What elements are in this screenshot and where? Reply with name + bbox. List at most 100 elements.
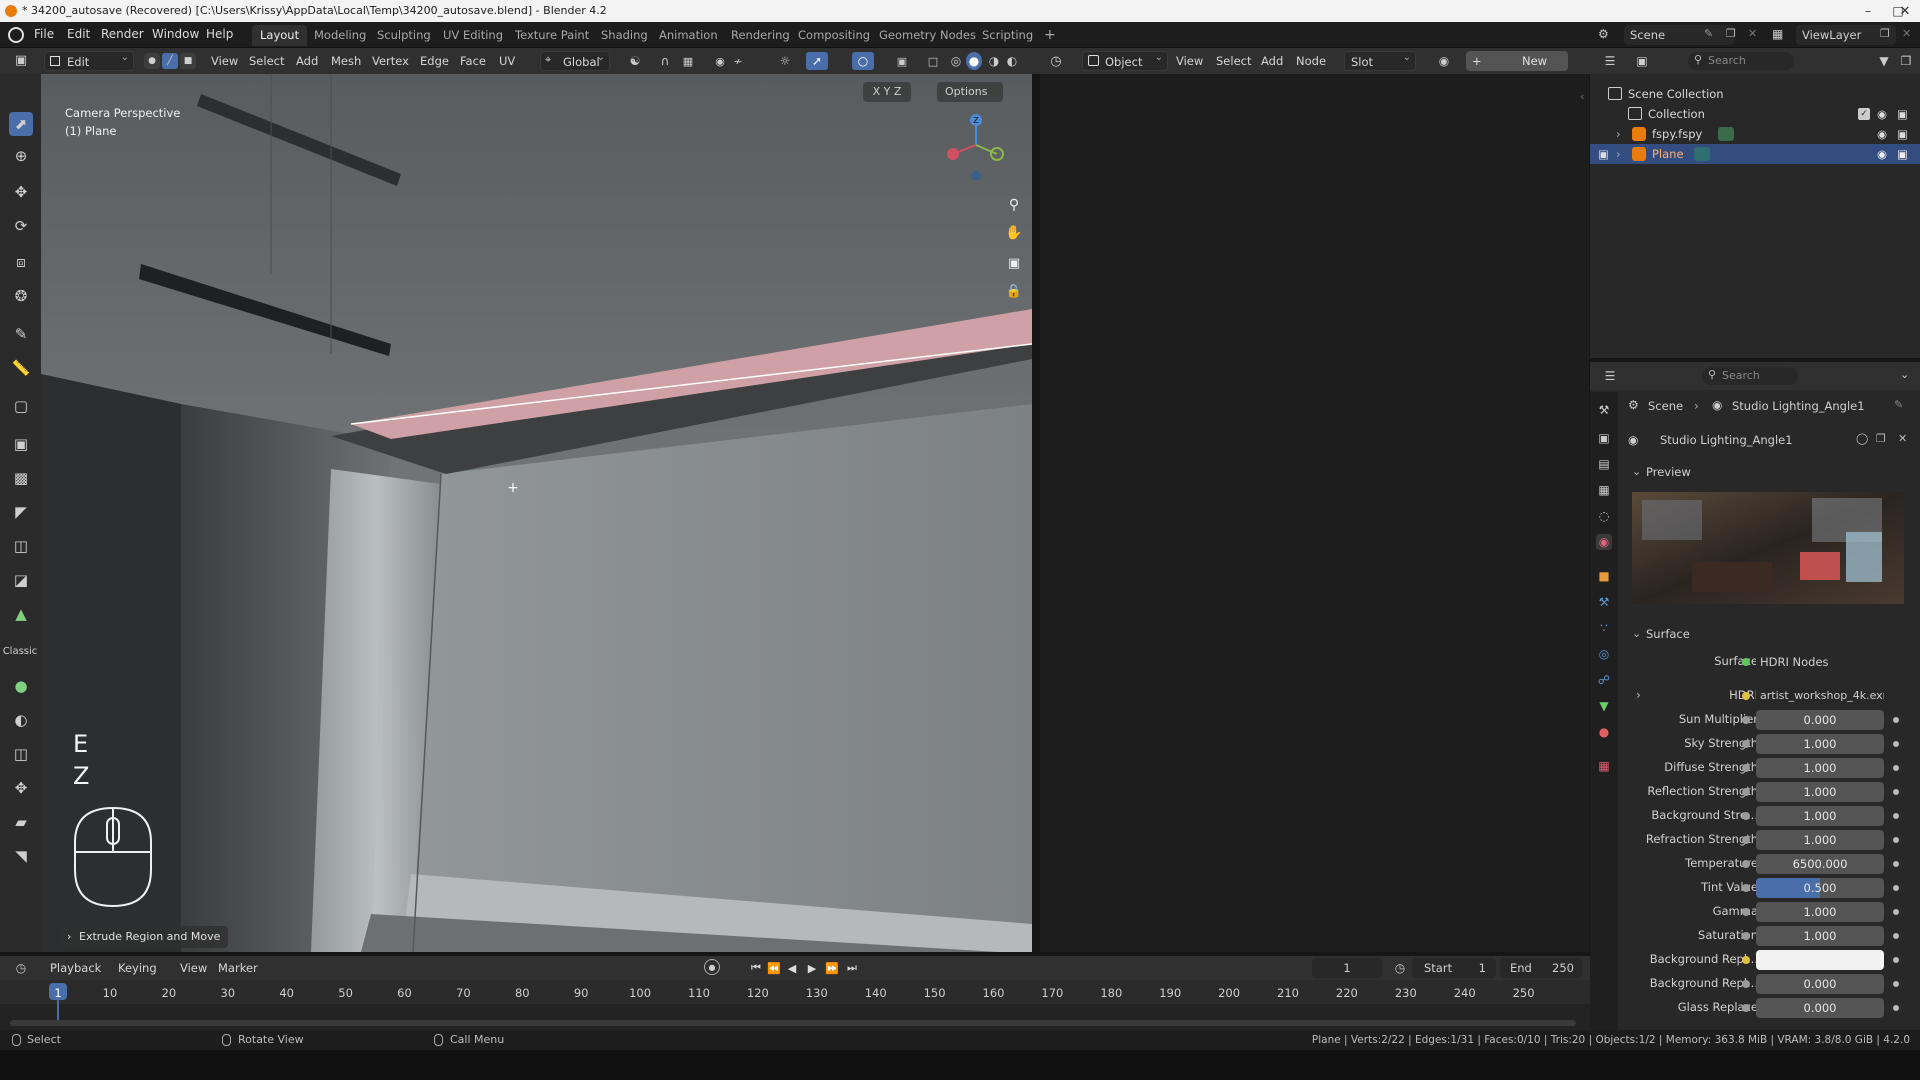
classic-label[interactable]: Classic [2, 640, 38, 664]
camera-view-icon[interactable]: ▣ [1003, 252, 1025, 274]
pin-icon[interactable]: ✎ [1704, 27, 1713, 40]
world-tab-icon[interactable]: ◉ [1596, 534, 1612, 550]
scale-icon[interactable]: ⧈ [9, 250, 33, 274]
expand-arrow-icon[interactable]: › [1616, 144, 1621, 164]
delete-scene-icon[interactable]: ✕ [1748, 27, 1757, 40]
world-name-field[interactable]: Studio Lighting_Angle1 [1654, 430, 1850, 450]
camera-icon[interactable]: ▣ [1897, 144, 1908, 164]
timeline[interactable]: 1 10 20 30 40 50 60 70 80 90 100 110 120 130 140 150 160… [0, 980, 1590, 1030]
breadcrumb-scene[interactable]: Scene [1648, 399, 1683, 413]
play-icon[interactable]: ▶ [804, 959, 820, 977]
keyframe-dot-icon[interactable] [1893, 741, 1899, 747]
marker-menu[interactable]: Marker [218, 958, 258, 978]
options-dropdown[interactable]: Options [937, 82, 1004, 102]
overlays-icon[interactable]: ○ [852, 52, 874, 70]
property-value-field[interactable]: 1.000 [1756, 758, 1884, 778]
mirror-axes[interactable]: X Y Z [863, 82, 911, 102]
edge-select-icon[interactable]: ╱ [162, 53, 178, 69]
camera-icon[interactable]: ▣ [1897, 104, 1908, 124]
node-menu-select[interactable]: Select [1216, 51, 1251, 71]
extrude-icon[interactable]: ▣ [9, 432, 33, 456]
edge-slide-icon[interactable]: ◫ [9, 742, 33, 766]
scene-tab-icon[interactable]: ◌ [1596, 508, 1612, 524]
menu-mesh[interactable]: Mesh [331, 51, 361, 71]
display-mode-icon[interactable]: ▣ [1630, 52, 1654, 70]
view-layer-icon[interactable]: ▦ [1772, 27, 1783, 41]
sidebar-toggle-icon[interactable]: ‹ [1580, 90, 1584, 103]
menu-edge[interactable]: Edge [420, 51, 449, 71]
axis-z-toggle[interactable]: Z [894, 85, 902, 98]
last-operator-panel[interactable]: › Extrude Region and Move [61, 926, 229, 948]
next-keyframe-icon[interactable]: ⏩ [824, 959, 840, 977]
duplicate-icon[interactable]: ❐ [1876, 432, 1886, 445]
keyframe-dot-icon[interactable] [1893, 957, 1899, 963]
menu-select[interactable]: Select [249, 51, 284, 71]
rip-region-icon[interactable]: ◥ [9, 844, 33, 868]
keyframe-dot-icon[interactable] [1893, 813, 1899, 819]
new-collection-icon[interactable]: ❐ [1896, 52, 1916, 70]
material-browse-icon[interactable]: ◉ [1430, 52, 1458, 70]
timeline-scrollbar[interactable] [10, 1020, 1576, 1026]
tab-compositing[interactable]: Compositing [790, 25, 878, 46]
chevron-down-icon[interactable]: ⌄ [1632, 465, 1641, 478]
property-value-field[interactable] [1756, 950, 1884, 970]
menu-uv[interactable]: UV [499, 51, 515, 71]
menu-add[interactable]: Add [296, 51, 318, 71]
keyframe-dot-icon[interactable] [1893, 885, 1899, 891]
keyframe-dot-icon[interactable] [1893, 789, 1899, 795]
new-view-layer-icon[interactable]: ❐ [1880, 27, 1890, 40]
pan-hand-icon[interactable]: ✋ [1003, 222, 1025, 244]
menu-edit[interactable]: Edit [67, 27, 90, 41]
timeline-editor-type-icon[interactable]: ◷ [8, 959, 34, 977]
property-value-field[interactable]: 6500.000 [1756, 854, 1884, 874]
properties-search-input[interactable]: Search [1702, 367, 1798, 385]
inset-icon[interactable]: ▩ [9, 466, 33, 490]
move-icon[interactable]: ✥ [9, 180, 33, 204]
tab-modeling[interactable]: Modeling [306, 25, 374, 46]
tab-geometry-nodes[interactable]: Geometry Nodes [871, 25, 984, 46]
camera-icon[interactable]: ▣ [1897, 124, 1908, 144]
unlink-icon[interactable]: ✕ [1898, 432, 1907, 445]
menu-vertex[interactable]: Vertex [372, 51, 409, 71]
chevron-down-icon[interactable]: ⌄ [1900, 368, 1909, 381]
keyframe-dot-icon[interactable] [1893, 717, 1899, 723]
annotate-icon[interactable]: ✎ [9, 322, 33, 346]
select-box-icon[interactable]: ⬈ [9, 112, 33, 136]
delete-view-layer-icon[interactable]: ✕ [1902, 27, 1911, 40]
eye-icon[interactable]: ◉ [1877, 104, 1887, 124]
end-frame-field[interactable]: End 250 [1500, 958, 1582, 978]
node-menu-node[interactable]: Node [1296, 51, 1326, 71]
shear-icon[interactable]: ▰ [9, 810, 33, 834]
node-editor-type-icon[interactable]: ◷ [1042, 52, 1070, 70]
mesh-overlay-icon[interactable]: ▣ [892, 52, 912, 70]
jump-start-icon[interactable]: ⏮ [748, 959, 764, 977]
clock-icon[interactable]: ◷ [1392, 959, 1408, 977]
falloff-icon[interactable]: ≁ [728, 52, 748, 70]
spin-icon[interactable]: ● [9, 674, 33, 698]
keyframe-dot-icon[interactable] [1893, 933, 1899, 939]
poly-build-icon[interactable]: ▲ [9, 602, 33, 626]
bevel-icon[interactable]: ◤ [9, 500, 33, 524]
menu-help[interactable]: Help [206, 27, 233, 41]
snap-target-icon[interactable]: ▦ [676, 52, 700, 70]
start-frame-field[interactable]: Start 1 [1412, 958, 1496, 978]
knife-icon[interactable]: ◪ [9, 568, 33, 592]
property-value-field[interactable]: 1.000 [1756, 830, 1884, 850]
preview-panel-title[interactable]: Preview [1646, 465, 1691, 479]
gizmo-neg-z[interactable] [971, 171, 981, 180]
world-browse-icon[interactable]: ◉ [1628, 433, 1638, 447]
visibility-icon[interactable]: ☼ [770, 52, 800, 70]
xray-icon[interactable]: □ [924, 52, 942, 70]
tab-layout[interactable]: Layout [252, 25, 308, 46]
scene-field[interactable]: Scene [1624, 25, 1734, 45]
property-value-field[interactable]: 1.000 [1756, 926, 1884, 946]
keyframe-dot-icon[interactable] [1893, 765, 1899, 771]
exclude-checkbox-icon[interactable]: ✓ [1858, 108, 1870, 120]
blender-menu-icon[interactable] [8, 27, 24, 43]
object-tab-icon[interactable]: ■ [1596, 568, 1612, 584]
close-window-icon[interactable]: ✕ [1890, 0, 1920, 22]
surface-panel-title[interactable]: Surface [1646, 627, 1690, 641]
physics-tab-icon[interactable]: ◎ [1596, 646, 1612, 662]
modifier-tab-icon[interactable]: ⚒ [1596, 594, 1612, 610]
property-value-field[interactable]: 0.000 [1756, 974, 1884, 994]
